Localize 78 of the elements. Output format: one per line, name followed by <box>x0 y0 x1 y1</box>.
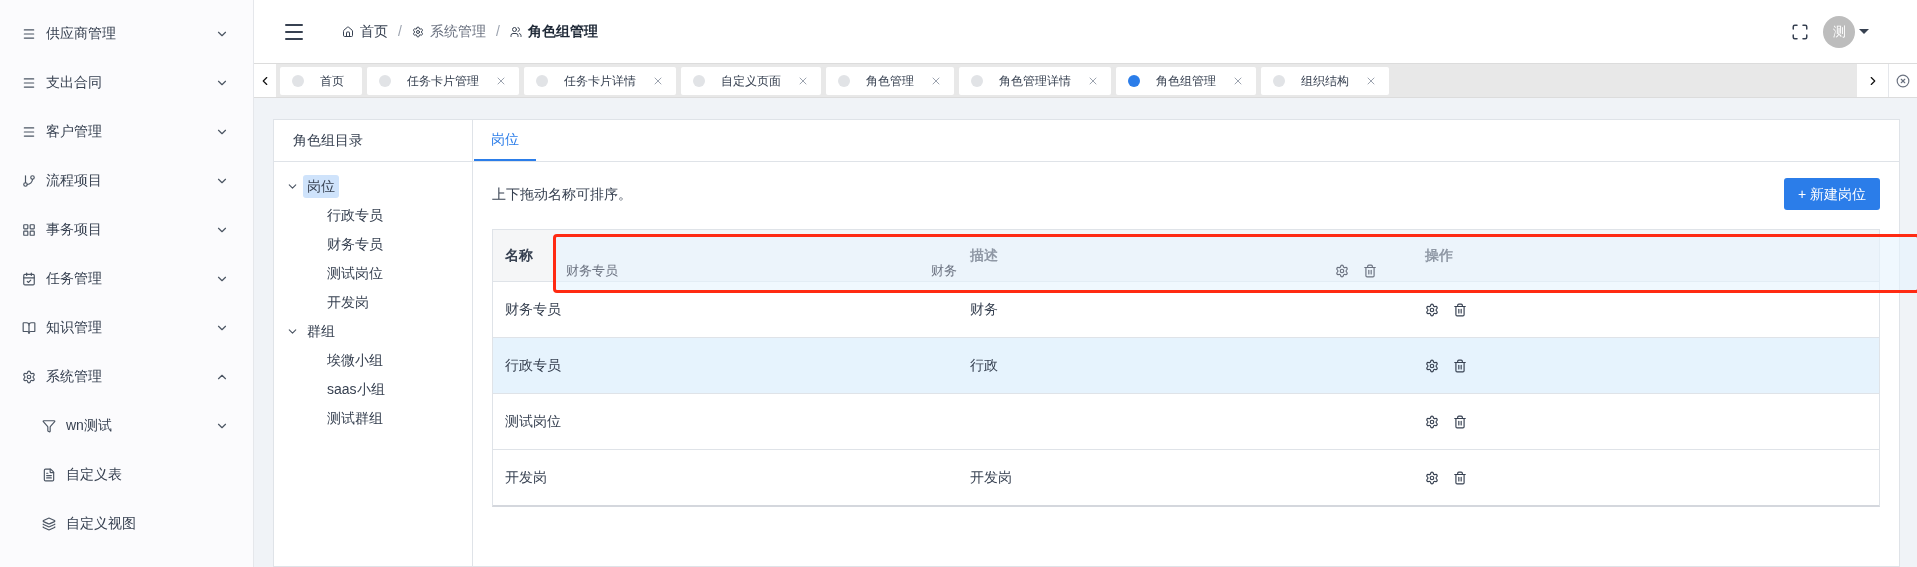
new-position-button[interactable]: + 新建岗位 <box>1783 178 1880 210</box>
layers-icon <box>42 516 56 531</box>
page-tab[interactable]: 自定义页面 <box>681 66 821 95</box>
breadcrumb-item[interactable]: 角色组管理 <box>527 21 598 42</box>
table-cell: 行政 <box>970 357 998 373</box>
close-icon <box>1896 73 1910 88</box>
book-icon <box>22 320 36 335</box>
table-cell: 财务专员 <box>566 262 618 278</box>
calendar-check-icon <box>22 271 36 286</box>
close-all-button[interactable] <box>1889 64 1917 97</box>
page-tab[interactable]: 任务卡片详情 <box>524 66 676 95</box>
settings-icon[interactable] <box>1425 470 1439 485</box>
column-header: 名称 <box>504 246 534 265</box>
page-tab[interactable]: 角色组管理 <box>1116 66 1256 95</box>
sidebar-item[interactable]: 自定义视图 <box>0 499 253 548</box>
sidebar-item[interactable]: 系统管理 <box>0 352 253 401</box>
column-header: 操作 <box>1425 247 1453 263</box>
sidebar-item[interactable]: 支出合同 <box>0 58 253 107</box>
caret-icon[interactable] <box>1859 29 1869 34</box>
sidebar-item[interactable]: 任务管理 <box>0 254 253 303</box>
settings-icon[interactable] <box>1425 414 1439 429</box>
sidebar-item[interactable]: wn测试 <box>0 401 253 450</box>
table-cell-text: 财务专员 <box>504 300 562 319</box>
table-cell-text: 行政专员 <box>504 356 562 375</box>
settings-icon[interactable] <box>1425 358 1439 373</box>
fullscreen-icon[interactable] <box>1791 22 1809 41</box>
tree-node[interactable]: 埃微小组 <box>323 349 387 372</box>
gear-icon <box>22 369 36 384</box>
sidebar-item[interactable]: 流程项目 <box>0 156 253 205</box>
tree-node[interactable]: 财务专员 <box>323 233 387 256</box>
page-tab[interactable]: 角色管理 <box>826 66 954 95</box>
breadcrumb-item[interactable]: 首页 <box>360 21 388 42</box>
settings-icon <box>1335 263 1349 278</box>
trash-icon[interactable] <box>1453 302 1467 317</box>
home-icon <box>342 25 354 38</box>
grid-icon <box>22 222 36 237</box>
gear-icon <box>411 25 424 38</box>
breadcrumb-item[interactable]: 系统管理 <box>429 21 486 42</box>
hint-text: 上下拖动名称可排序。 <box>492 184 632 204</box>
menu-lines-icon <box>22 124 36 139</box>
breadcrumb-separator: / <box>398 22 402 41</box>
table-row[interactable]: 行政专员 行政 <box>493 337 1879 393</box>
sidebar-item[interactable]: 知识管理 <box>0 303 253 352</box>
page-tab[interactable]: 角色管理详情 <box>959 66 1111 95</box>
table-cell: 财务 <box>970 301 998 317</box>
page-tab[interactable]: 首页 <box>280 66 362 95</box>
breadcrumb-separator: / <box>495 22 500 41</box>
trash-icon <box>1363 263 1377 278</box>
trash-icon[interactable] <box>1453 358 1467 373</box>
sidebar-item[interactable]: 供应商管理 <box>0 9 253 58</box>
menu-lines-icon <box>22 26 36 41</box>
table-cell: 开发岗 <box>970 469 1012 485</box>
settings-icon[interactable] <box>1425 302 1439 317</box>
tree-node[interactable]: 行政专员 <box>323 204 387 227</box>
branch-icon <box>22 173 36 188</box>
sidebar-item[interactable]: 客户管理 <box>0 107 253 156</box>
tree-node[interactable]: 开发岗 <box>323 291 373 314</box>
filter-icon <box>42 418 56 433</box>
document-icon <box>42 467 56 482</box>
users-icon <box>509 25 522 38</box>
trash-icon[interactable] <box>1453 470 1467 485</box>
page-tab[interactable]: 任务卡片管理 <box>367 66 519 95</box>
tree-node[interactable]: saas小组 <box>323 378 389 401</box>
tree-node[interactable]: 岗位 <box>303 175 339 198</box>
table-cell-text: 测试岗位 <box>504 412 562 431</box>
sidebar-item[interactable]: 事务项目 <box>0 205 253 254</box>
sidebar-item[interactable]: 自定义表 <box>0 450 253 499</box>
tree-node[interactable]: 测试群组 <box>323 407 387 430</box>
table-cell: 财务 <box>931 262 957 278</box>
content-tab[interactable]: 岗位 <box>474 119 536 161</box>
panel-title: 角色组目录 <box>274 120 472 162</box>
column-header: 描述 <box>970 247 998 263</box>
page-tab[interactable]: 组织结构 <box>1261 66 1389 95</box>
trash-icon[interactable] <box>1453 414 1467 429</box>
tree-node[interactable]: 测试岗位 <box>323 262 387 285</box>
table-cell-text: 开发岗 <box>504 468 548 487</box>
menu-lines-icon <box>22 75 36 90</box>
tree-node[interactable]: 群组 <box>303 320 339 343</box>
